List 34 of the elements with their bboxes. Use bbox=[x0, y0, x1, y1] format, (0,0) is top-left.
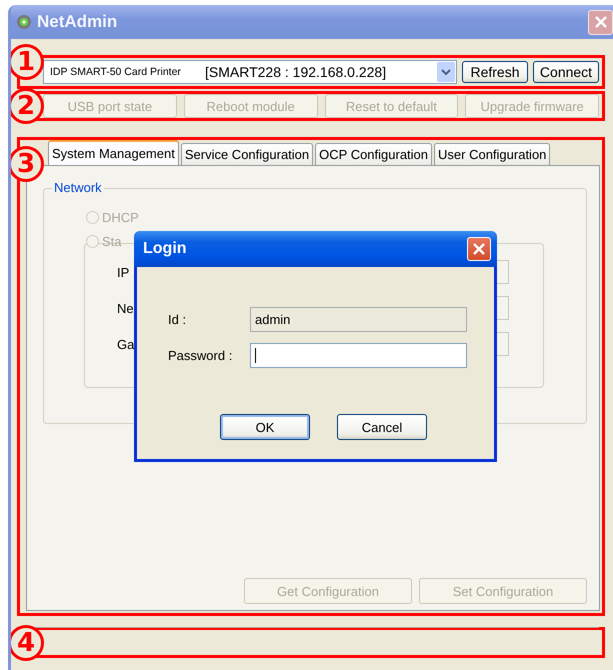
radio-button[interactable] bbox=[86, 210, 99, 224]
device-dropdown[interactable]: IDP SMART-50 Card Printer [SMART228 : 192.168.0.228] bbox=[43, 60, 457, 84]
callout-number: 4 bbox=[11, 625, 44, 661]
close-icon bbox=[592, 14, 608, 30]
radio-label: Sta bbox=[102, 234, 122, 248]
dialog-button[interactable]: OK bbox=[220, 414, 310, 440]
field-label: Ne bbox=[117, 300, 134, 316]
connect-button[interactable]: Connect bbox=[533, 61, 599, 83]
tab[interactable]: OCP Configuration bbox=[315, 143, 432, 165]
dialog-button[interactable]: Cancel bbox=[337, 414, 427, 440]
callout-number: 2 bbox=[11, 88, 44, 124]
field-label: Password : bbox=[168, 348, 234, 363]
close-icon bbox=[471, 241, 487, 257]
dropdown-button[interactable] bbox=[437, 62, 455, 82]
window-title: NetAdmin bbox=[37, 12, 118, 32]
device-label: IDP SMART-50 Card Printer bbox=[49, 66, 182, 78]
password-field[interactable] bbox=[250, 343, 467, 368]
callout-number: 1 bbox=[11, 44, 44, 80]
close-button[interactable] bbox=[588, 10, 613, 34]
radio-label: DHCP bbox=[102, 210, 139, 224]
radio-button[interactable] bbox=[86, 234, 99, 248]
chevron-down-icon bbox=[440, 67, 452, 77]
tab[interactable]: User Configuration bbox=[434, 143, 550, 165]
refresh-button[interactable]: Refresh bbox=[462, 61, 528, 83]
field-label: Id : bbox=[168, 312, 188, 327]
group-title: Network bbox=[52, 180, 104, 195]
text-cursor bbox=[255, 348, 256, 363]
field-label: Ga bbox=[117, 336, 134, 352]
dialog-title: Login bbox=[143, 240, 188, 258]
field-label: IP bbox=[117, 264, 130, 280]
tab[interactable]: System Management bbox=[48, 140, 179, 165]
tab[interactable]: Service Configuration bbox=[180, 143, 314, 165]
callout-number: 3 bbox=[11, 146, 44, 182]
address-value: [SMART228 : 192.168.0.228] bbox=[205, 64, 388, 80]
